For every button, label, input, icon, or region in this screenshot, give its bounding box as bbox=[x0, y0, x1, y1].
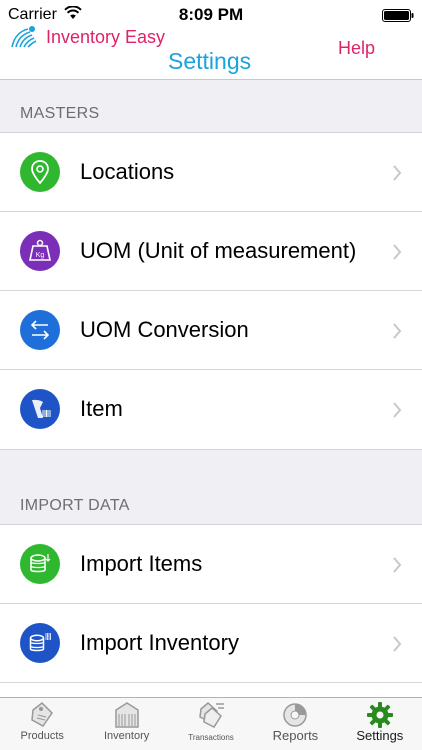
location-pin-icon bbox=[20, 152, 60, 192]
chevron-right-icon bbox=[393, 636, 402, 652]
chevron-right-icon bbox=[393, 165, 402, 181]
chevron-right-icon bbox=[393, 557, 402, 573]
app-logo-icon bbox=[11, 26, 37, 48]
help-button[interactable]: Help bbox=[338, 38, 375, 59]
row-label-uom-conversion: UOM Conversion bbox=[80, 317, 249, 342]
row-item[interactable]: Item bbox=[0, 370, 422, 449]
chevron-right-icon bbox=[393, 402, 402, 418]
row-uom[interactable]: Kg UOM (Unit of measurement) bbox=[0, 212, 422, 291]
tab-inventory[interactable]: Inventory bbox=[84, 698, 168, 750]
row-label-uom: UOM (Unit of measurement) bbox=[80, 238, 357, 263]
row-label-import-items: Import Items bbox=[80, 551, 203, 576]
row-locations[interactable]: Locations bbox=[0, 133, 422, 212]
barcode-scanner-icon bbox=[20, 389, 60, 429]
row-label-item: Item bbox=[80, 396, 123, 421]
chevron-right-icon bbox=[393, 323, 402, 339]
gear-icon bbox=[366, 702, 393, 728]
tab-label-products: Products bbox=[20, 730, 64, 742]
row-import-items[interactable]: Import Items bbox=[0, 525, 422, 604]
nav-bar: Inventory Easy Settings Help bbox=[0, 26, 422, 80]
settings-content[interactable]: MASTERS Locations Kg UOM (Unit of measur… bbox=[0, 81, 422, 697]
app-name: Inventory Easy bbox=[46, 27, 166, 47]
tab-label-inventory: Inventory bbox=[103, 730, 150, 742]
tab-label-reports: Reports bbox=[272, 728, 319, 743]
status-bar: Carrier 8:09 PM bbox=[0, 0, 422, 30]
section-header-import-data: IMPORT DATA bbox=[20, 497, 130, 514]
row-label-import-inventory: Import Inventory bbox=[80, 630, 239, 655]
tab-bar: Products Inventory Transactions Reports bbox=[0, 697, 422, 750]
row-partial[interactable] bbox=[0, 683, 422, 697]
price-tag-icon bbox=[31, 702, 54, 727]
tab-products[interactable]: Products bbox=[0, 698, 84, 750]
chevron-right-icon bbox=[393, 244, 402, 260]
clock: 8:09 PM bbox=[178, 5, 244, 24]
tab-label-settings: Settings bbox=[356, 728, 404, 743]
database-barcode-icon bbox=[20, 623, 60, 663]
section-header-masters: MASTERS bbox=[20, 105, 100, 122]
row-uom-conversion[interactable]: UOM Conversion bbox=[0, 291, 422, 370]
svg-text:Kg: Kg bbox=[36, 252, 45, 259]
page-title: Settings bbox=[168, 48, 252, 74]
tags-list-icon bbox=[199, 702, 225, 728]
tab-label-transactions: Transactions bbox=[188, 733, 234, 742]
tab-transactions[interactable]: Transactions bbox=[169, 698, 253, 750]
conversion-arrows-icon bbox=[20, 310, 60, 350]
row-import-inventory[interactable]: Import Inventory bbox=[0, 604, 422, 683]
battery-icon bbox=[382, 9, 414, 22]
warehouse-icon bbox=[114, 702, 139, 728]
database-import-icon bbox=[20, 544, 60, 584]
row-label-locations: Locations bbox=[80, 159, 175, 184]
pie-chart-icon bbox=[283, 703, 308, 727]
kg-weight-icon: Kg bbox=[20, 231, 60, 271]
tab-settings[interactable]: Settings bbox=[338, 698, 422, 750]
masters-group: Locations Kg UOM (Unit of measurement) U… bbox=[0, 132, 422, 450]
import-data-group: Import Items Import Inventory bbox=[0, 524, 422, 697]
tab-reports[interactable]: Reports bbox=[253, 698, 337, 750]
